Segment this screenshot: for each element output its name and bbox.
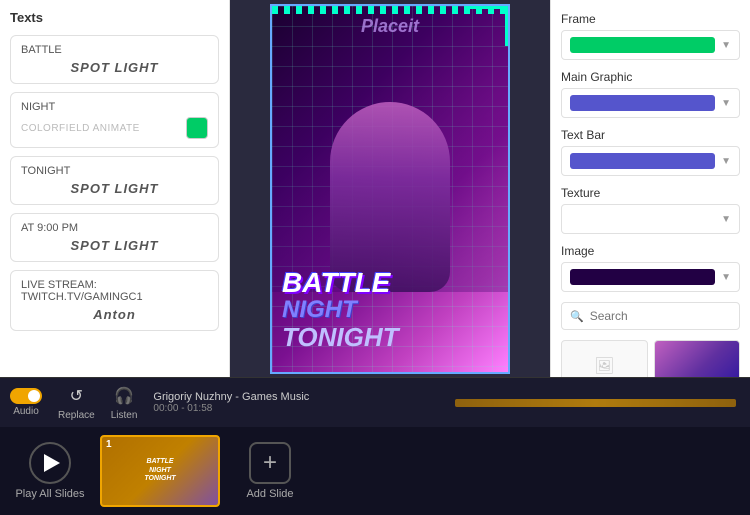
track-info: Grigoriy Nuzhny - Games Music 00:00 - 01… xyxy=(153,391,434,414)
audio-toggle[interactable] xyxy=(10,388,42,404)
replace-button[interactable]: ↺ Replace xyxy=(58,384,95,421)
texture-dropdown[interactable]: ▼ xyxy=(561,204,740,234)
image-grid: 🖼 No image xyxy=(561,340,740,377)
right-panel: Frame ▼ Main Graphic ▼ Text Bar ▼ Textur… xyxy=(550,0,750,377)
text-card-tonight[interactable]: TONIGHT SPOT LIGHT xyxy=(10,156,219,205)
play-all-button[interactable]: Play All Slides xyxy=(10,442,90,500)
listen-button[interactable]: 🎧 Listen xyxy=(111,384,138,421)
image-section: Image ▼ xyxy=(561,244,740,292)
canvas-frame[interactable]: Placeit BATTLE NIGHT TONIGHT xyxy=(270,4,510,374)
text-bar-label: Text Bar xyxy=(561,128,740,142)
canvas-text-block: BATTLE NIGHT TONIGHT xyxy=(282,269,498,352)
card-label-time: AT 9:00 PM xyxy=(21,222,208,234)
card-value-tonight: SPOT LIGHT xyxy=(21,181,208,196)
headphone-icon: 🎧 xyxy=(112,384,136,408)
text-bar-section: Text Bar ▼ xyxy=(561,128,740,176)
search-icon: 🔍 xyxy=(570,310,584,323)
card-label-stream: LIVE STREAM: TWITCH.TV/GAMINGC1 xyxy=(21,279,208,303)
card-label-night: NIGHT xyxy=(21,101,208,113)
card-label-tonight: TONIGHT xyxy=(21,165,208,177)
card-value-stream: Anton xyxy=(21,307,208,322)
no-image-icon: 🖼 xyxy=(594,356,614,376)
frame-color-bar xyxy=(570,37,715,53)
card-night-row: COLORFIELD ANIMATE xyxy=(21,117,208,139)
canvas-battle-text: BATTLE xyxy=(282,269,498,297)
replace-label: Replace xyxy=(58,410,95,421)
left-panel: Texts BATTLE SPOT LIGHT NIGHT COLORFIELD… xyxy=(0,0,230,377)
image-color-bar xyxy=(570,269,715,285)
play-all-label: Play All Slides xyxy=(15,488,84,500)
search-section: 🔍 xyxy=(561,302,740,330)
texture-arrow: ▼ xyxy=(721,214,731,225)
slide-1[interactable]: 1 BATTLENIGHTTONIGHT xyxy=(100,435,220,507)
replace-icon: ↺ xyxy=(64,384,88,408)
image-label: Image xyxy=(561,244,740,258)
frame-dropdown[interactable]: ▼ xyxy=(561,30,740,60)
add-slide-label: Add Slide xyxy=(246,488,293,500)
slides-row: Play All Slides 1 BATTLENIGHTTONIGHT + A… xyxy=(0,427,750,515)
play-circle xyxy=(29,442,71,484)
card-label-battle: BATTLE xyxy=(21,44,208,56)
watermark: Placeit xyxy=(361,16,419,37)
text-card-stream[interactable]: LIVE STREAM: TWITCH.TV/GAMINGC1 Anton xyxy=(10,270,219,331)
texture-color-bar xyxy=(570,211,715,227)
track-time: 00:00 - 01:58 xyxy=(153,403,434,414)
frame-label: Frame xyxy=(561,12,740,26)
texture-section: Texture ▼ xyxy=(561,186,740,234)
text-bar-dropdown[interactable]: ▼ xyxy=(561,146,740,176)
texture-label: Texture xyxy=(561,186,740,200)
audio-label: Audio xyxy=(13,406,39,417)
corner-decoration xyxy=(468,6,508,46)
no-image-placeholder[interactable]: 🖼 No image xyxy=(561,340,648,377)
search-input[interactable] xyxy=(590,309,745,323)
add-slide-button[interactable]: + Add Slide xyxy=(230,442,310,500)
image-dropdown[interactable]: ▼ xyxy=(561,262,740,292)
track-name: Grigoriy Nuzhny - Games Music xyxy=(153,391,434,403)
bottom-bar: Audio ↺ Replace 🎧 Listen Grigoriy Nuzhny… xyxy=(0,377,750,427)
slide-mini-text: BATTLENIGHTTONIGHT xyxy=(144,458,175,483)
card-value-time: SPOT LIGHT xyxy=(21,238,208,253)
listen-label: Listen xyxy=(111,410,138,421)
text-card-time[interactable]: AT 9:00 PM SPOT LIGHT xyxy=(10,213,219,262)
frame-section: Frame ▼ xyxy=(561,12,740,60)
main-graphic-arrow: ▼ xyxy=(721,98,731,109)
main-graphic-color-bar xyxy=(570,95,715,111)
search-box[interactable]: 🔍 xyxy=(561,302,740,330)
canvas-night-text: NIGHT xyxy=(282,297,498,323)
audio-control[interactable]: Audio xyxy=(10,388,42,417)
text-card-battle[interactable]: BATTLE SPOT LIGHT xyxy=(10,35,219,84)
panel-title: Texts xyxy=(10,10,219,25)
night-field-text: COLORFIELD ANIMATE xyxy=(21,123,140,134)
main-graphic-label: Main Graphic xyxy=(561,70,740,84)
main-graphic-section: Main Graphic ▼ xyxy=(561,70,740,118)
text-bar-color-bar xyxy=(570,153,715,169)
canvas-person xyxy=(272,92,508,292)
main-graphic-dropdown[interactable]: ▼ xyxy=(561,88,740,118)
add-icon: + xyxy=(249,442,291,484)
toggle-knob xyxy=(28,390,40,402)
text-card-night[interactable]: NIGHT COLORFIELD ANIMATE xyxy=(10,92,219,148)
person-shape xyxy=(330,102,450,292)
canvas-background: Placeit BATTLE NIGHT TONIGHT xyxy=(272,6,508,372)
canvas-area: Placeit BATTLE NIGHT TONIGHT xyxy=(230,0,550,377)
night-color-swatch[interactable] xyxy=(186,117,208,139)
waveform-bar xyxy=(455,399,736,407)
slide-number: 1 xyxy=(106,439,112,450)
slide-preview: BATTLENIGHTTONIGHT xyxy=(102,437,218,505)
card-value-battle: SPOT LIGHT xyxy=(21,60,208,75)
image-arrow: ▼ xyxy=(721,272,731,283)
text-bar-arrow: ▼ xyxy=(721,156,731,167)
frame-dropdown-arrow: ▼ xyxy=(721,40,731,51)
canvas-tonight-text: TONIGHT xyxy=(282,323,498,352)
image-thumbnail[interactable] xyxy=(654,340,741,377)
play-icon xyxy=(44,454,60,472)
